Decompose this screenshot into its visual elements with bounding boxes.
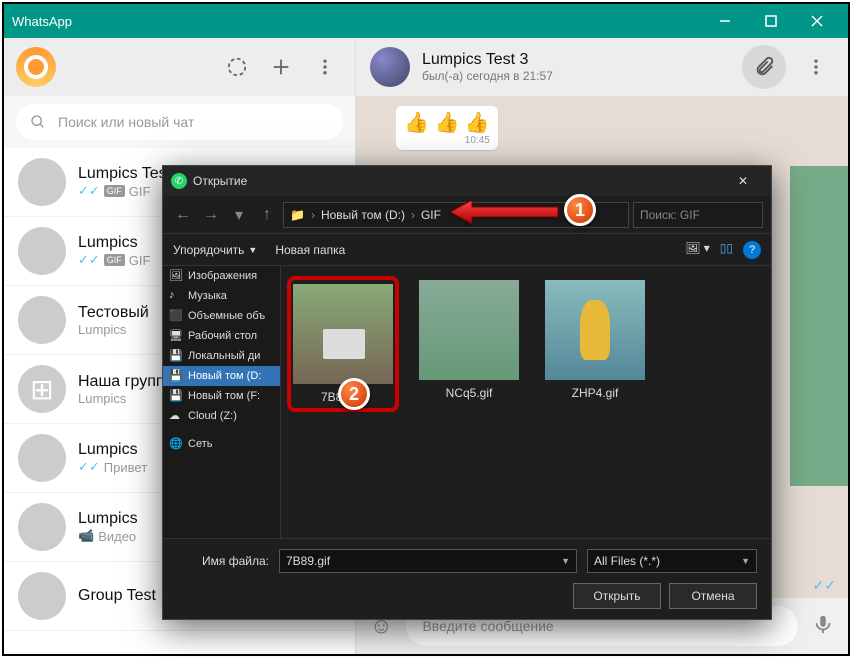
chat-title: Lumpics Test 3 [422, 51, 553, 69]
filename-input[interactable]: 7B89.gif▼ [279, 549, 577, 573]
new-chat-icon[interactable] [263, 49, 299, 85]
new-folder-button[interactable]: Новая папка [275, 243, 345, 257]
drive-icon: 💾 [169, 389, 183, 403]
status-icon[interactable] [219, 49, 255, 85]
avatar [18, 158, 66, 206]
avatar [18, 296, 66, 344]
maximize-button[interactable] [748, 4, 794, 38]
filetype-select[interactable]: All Files (*.*)▼ [587, 549, 757, 573]
dialog-footer: Имя файла: 7B89.gif▼ All Files (*.*)▼ От… [163, 538, 771, 619]
drive-icon: 💾 [169, 349, 183, 363]
message-content: 👍 👍 👍 [404, 110, 490, 135]
sidebar-vol-f[interactable]: 💾Новый том (F: [163, 386, 280, 406]
dialog-close-button[interactable]: ✕ [723, 174, 763, 188]
sidebar-desktop[interactable]: 🖥Рабочий стол [163, 326, 280, 346]
read-check-icon: ✓✓ [78, 183, 100, 199]
paperclip-icon [753, 56, 775, 78]
file-thumbnail [419, 280, 519, 380]
music-icon: ♪ [169, 289, 183, 303]
chat-avatar[interactable] [370, 47, 410, 87]
message-bubble[interactable]: 👍 👍 👍 10:45 [396, 106, 498, 150]
file-thumbnail [293, 284, 393, 384]
avatar [18, 434, 66, 482]
sidebar-network[interactable]: 🌐Сеть [163, 434, 280, 454]
file-item[interactable]: NCq5.gif [417, 280, 521, 400]
avatar [18, 503, 66, 551]
cube-icon: ⬛ [169, 309, 183, 323]
chat-header: Lumpics Test 3 был(-а) сегодня в 21:57 [356, 38, 848, 96]
my-avatar[interactable] [16, 47, 56, 87]
sidebar-images[interactable]: 🖼Изображения [163, 266, 280, 286]
search-icon [30, 114, 46, 130]
file-thumbnail [545, 280, 645, 380]
search-placeholder: Поиск или новый чат [58, 114, 194, 130]
preview-pane-button[interactable]: ▯▯ [720, 241, 733, 259]
avatar [18, 572, 66, 620]
help-button[interactable]: ? [743, 241, 761, 259]
sidebar-3dobjects[interactable]: ⬛Объемные объ [163, 306, 280, 326]
window-title: WhatsApp [12, 14, 702, 29]
organize-menu[interactable]: Упорядочить ▼ [173, 243, 257, 257]
cloud-icon: ☁ [169, 409, 183, 423]
dialog-titlebar: ✆ Открытие ✕ [163, 166, 771, 196]
whatsapp-icon: ✆ [171, 173, 187, 189]
sent-check-icon: ✓✓ [813, 577, 836, 594]
desktop-icon: 🖥 [169, 329, 183, 343]
network-icon: 🌐 [169, 437, 183, 451]
back-button[interactable]: ← [171, 206, 195, 224]
annotation-arrow [450, 196, 560, 233]
chat-menu-icon[interactable] [798, 49, 834, 85]
window-titlebar: WhatsApp [4, 4, 848, 38]
sidebar-vol-d[interactable]: 💾Новый том (D: [163, 366, 280, 386]
menu-icon[interactable] [307, 49, 343, 85]
chat-status: был(-а) сегодня в 21:57 [422, 69, 553, 83]
dialog-toolbar: Упорядочить ▼ Новая папка 🖼 ▾ ▯▯ ? [163, 234, 771, 266]
recent-dropdown[interactable]: ▾ [227, 205, 251, 225]
avatar [18, 365, 66, 413]
left-topbar [4, 38, 355, 96]
filename-label: Имя файла: [177, 554, 269, 568]
minimize-button[interactable] [702, 4, 748, 38]
voice-button[interactable] [812, 613, 834, 640]
attach-button[interactable] [742, 45, 786, 89]
message-time: 10:45 [404, 135, 490, 146]
dialog-title: Открытие [193, 174, 247, 188]
microphone-icon [812, 613, 834, 635]
images-icon: 🖼 [169, 269, 183, 283]
open-button[interactable]: Открыть [573, 583, 661, 609]
up-button[interactable]: ↑ [255, 206, 279, 224]
dialog-sidebar: 🖼Изображения ♪Музыка ⬛Объемные объ 🖥Рабо… [163, 266, 281, 538]
sidebar-cloud[interactable]: ☁Cloud (Z:) [163, 406, 280, 426]
file-item[interactable]: ZHP4.gif [543, 280, 647, 400]
search-input[interactable]: Поиск или новый чат [16, 104, 343, 140]
sidebar-local-c[interactable]: 💾Локальный ди [163, 346, 280, 366]
annotation-callout-1: 1 [564, 194, 596, 226]
folder-icon: 📁 [290, 208, 305, 222]
drive-icon: 💾 [169, 369, 183, 383]
annotation-callout-2: 2 [338, 378, 370, 410]
sidebar-music[interactable]: ♪Музыка [163, 286, 280, 306]
close-button[interactable] [794, 4, 840, 38]
view-button[interactable]: 🖼 ▾ [685, 241, 710, 259]
forward-button[interactable]: → [199, 206, 223, 224]
sent-media-thumb [790, 166, 848, 486]
dialog-search[interactable]: Поиск: GIF [633, 202, 763, 228]
cancel-button[interactable]: Отмена [669, 583, 757, 609]
file-open-dialog: ✆ Открытие ✕ ← → ▾ ↑ 📁 › Новый том (D:) … [162, 165, 772, 620]
video-icon: 📹 [78, 528, 94, 544]
avatar [18, 227, 66, 275]
